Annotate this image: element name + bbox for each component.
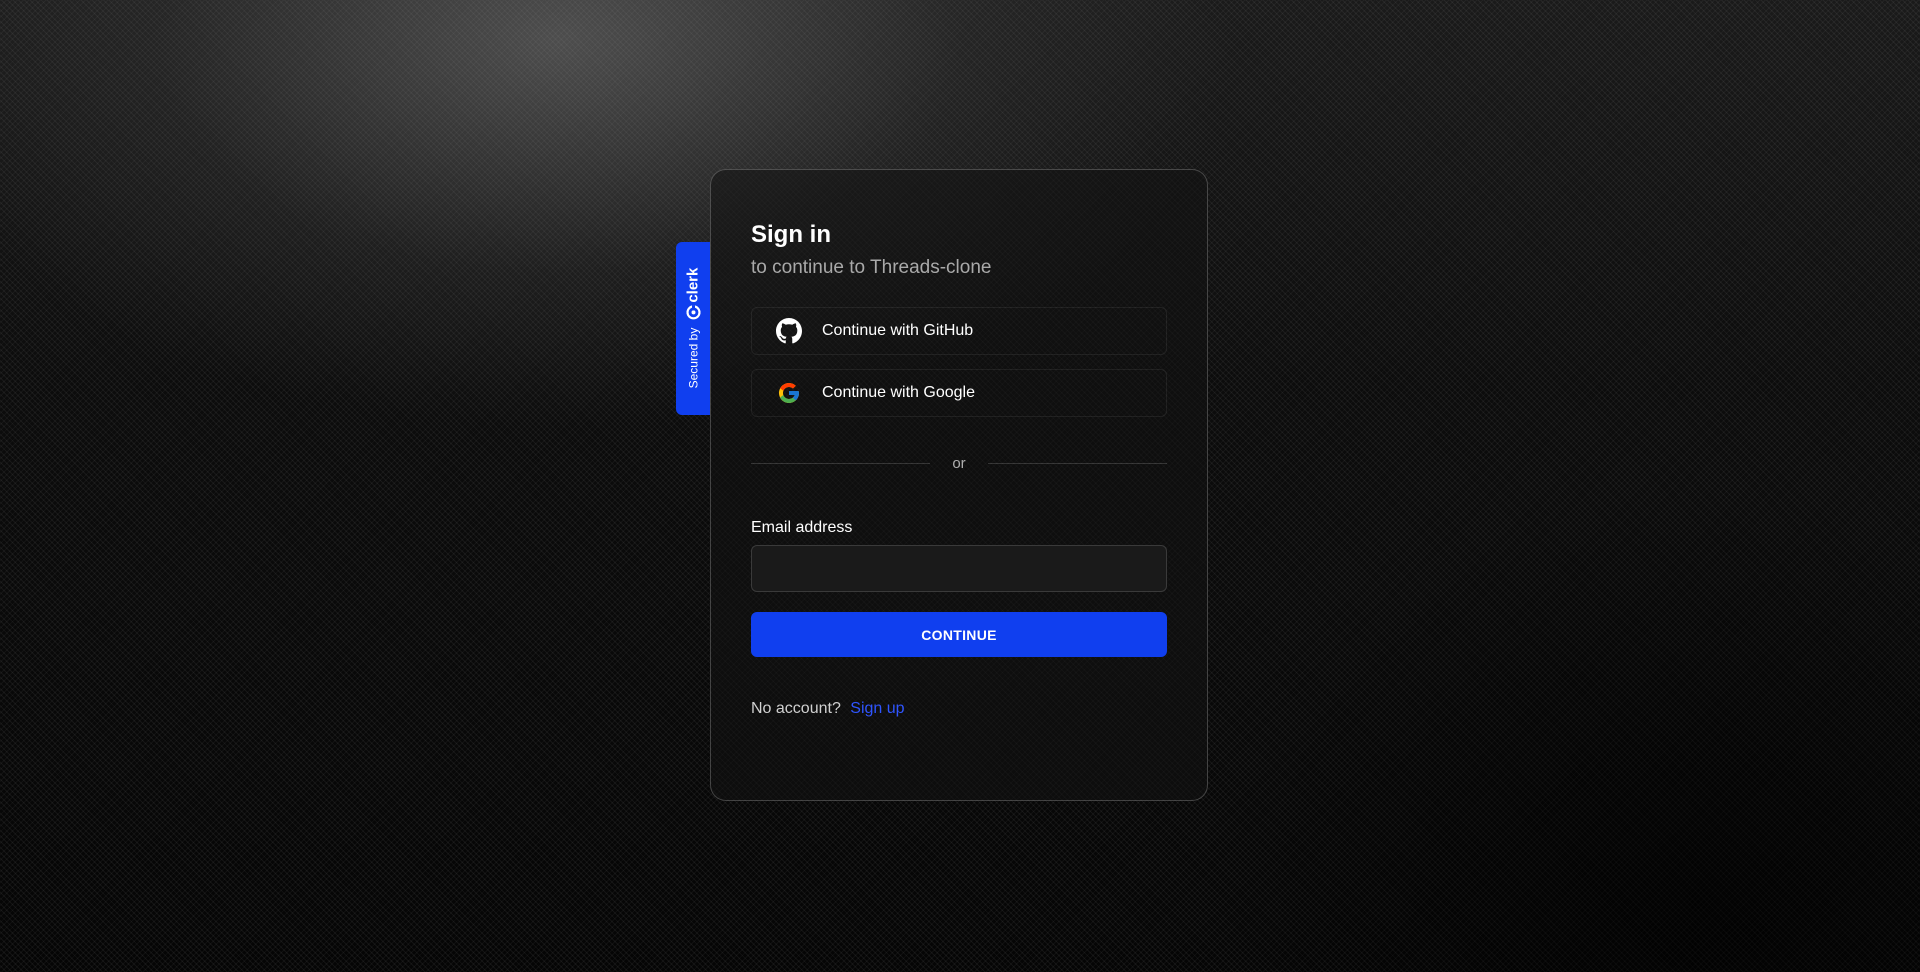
github-button-label: Continue with GitHub [822,322,974,339]
google-icon [776,380,802,406]
secured-by-clerk-content: Secured by clerk [685,268,702,389]
google-button-label: Continue with Google [822,384,975,401]
sign-in-card: Sign in to continue to Threads-clone Con… [710,169,1208,801]
continue-with-google-button[interactable]: Continue with Google [751,369,1167,417]
github-icon [776,318,802,344]
no-account-text: No account? [751,700,841,717]
secured-by-clerk-badge[interactable]: Secured by clerk [676,242,710,415]
social-buttons: Continue with GitHub Continue with Googl… [751,307,1167,417]
secured-by-text: Secured by [686,327,700,389]
email-field[interactable] [751,545,1167,592]
continue-with-github-button[interactable]: Continue with GitHub [751,307,1167,355]
divider-text: or [952,455,966,472]
clerk-logo: clerk [685,268,702,320]
continue-button[interactable]: CONTINUE [751,612,1167,657]
sign-up-prompt: No account? Sign up [751,700,1167,718]
sign-in-subtitle: to continue to Threads-clone [751,257,992,278]
clerk-logo-text: clerk [684,267,702,303]
or-divider: or [751,455,1167,472]
divider-line-right [987,463,1167,464]
sign-up-link[interactable]: Sign up [850,700,904,717]
sign-in-title: Sign in [751,221,831,248]
clerk-logo-icon [686,305,700,320]
divider-line-left [751,463,931,464]
email-label: Email address [751,519,853,536]
